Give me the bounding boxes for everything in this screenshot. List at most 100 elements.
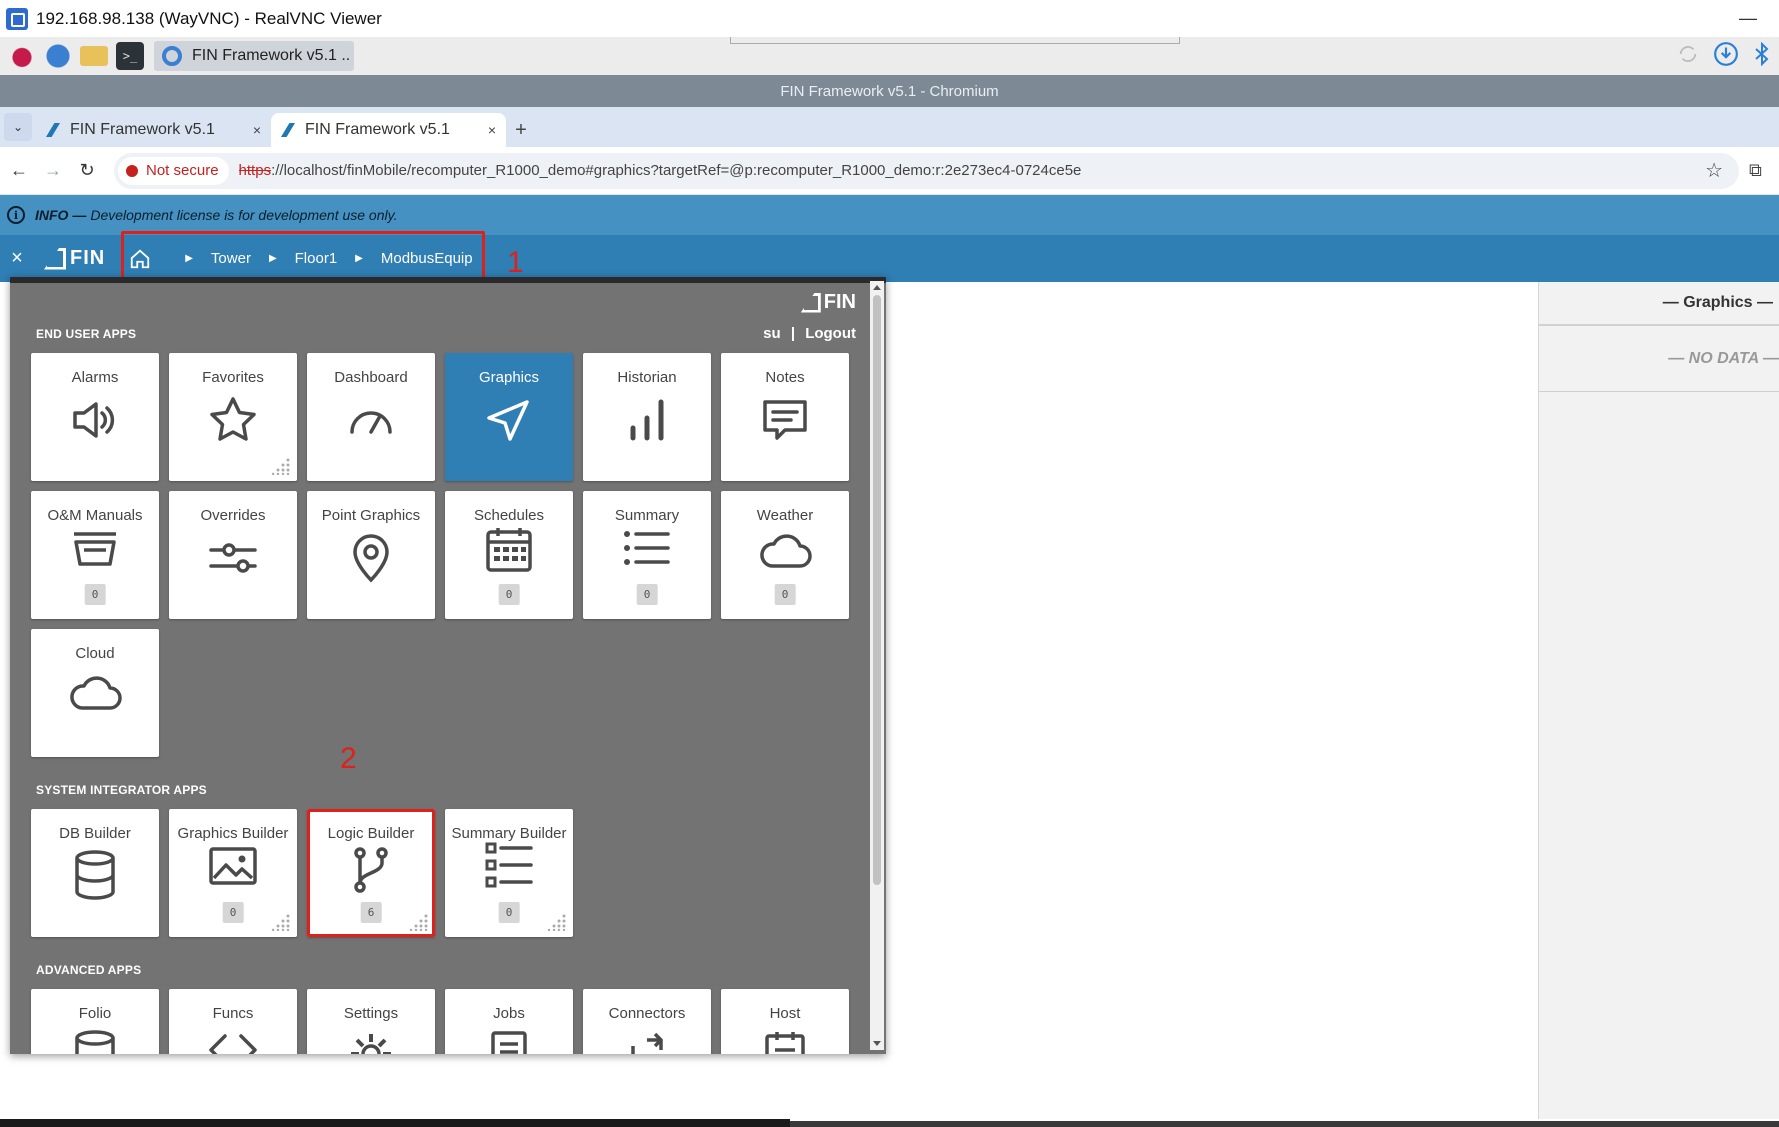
app-tile-alarms[interactable]: Alarms	[31, 353, 159, 481]
app-tile-badge: 0	[498, 902, 520, 923]
bluetooth-icon[interactable]	[1753, 42, 1771, 66]
back-arrow-icon[interactable]: ←	[4, 160, 34, 181]
realvnc-icon	[6, 7, 28, 30]
minimize-button[interactable]: —	[1739, 8, 1757, 29]
app-tile-cloud[interactable]: Cloud	[31, 629, 159, 757]
taskbar-search-field[interactable]	[730, 37, 1180, 44]
scroll-up-arrow-icon[interactable]	[873, 285, 881, 290]
app-tile-badge: 0	[636, 584, 658, 605]
taskbar-window-button[interactable]: FIN Framework v5.1 ..	[154, 41, 354, 71]
url-bar[interactable]: Not secure https://localhost/finMobile/r…	[114, 152, 1739, 189]
close-launcher-icon[interactable]: ×	[2, 247, 32, 270]
app-tile-label: Dashboard	[334, 369, 408, 386]
app-tile-badge: 0	[498, 584, 520, 605]
section-heading-end-user: END USER APPS	[36, 327, 137, 341]
app-tile-jobs[interactable]: Jobs	[445, 989, 573, 1054]
navigation-arrow-icon	[487, 400, 529, 441]
fin-logo[interactable]: FIN	[44, 247, 105, 270]
app-tile-weather[interactable]: Weather 0	[721, 491, 849, 619]
app-tile-dashboard[interactable]: Dashboard	[307, 353, 435, 481]
app-tile-summary-builder[interactable]: Summary Builder 0	[445, 809, 573, 937]
browser-tab[interactable]: FIN Framework v5.1 ×	[36, 113, 271, 147]
logout-link[interactable]: Logout	[805, 325, 856, 342]
app-tile-historian[interactable]: Historian	[583, 353, 711, 481]
app-tile-label: Summary	[614, 507, 680, 524]
list-icon	[624, 531, 670, 565]
tab-close-icon[interactable]: ×	[488, 122, 496, 138]
app-tile-label: Connectors	[608, 1005, 686, 1022]
app-tile-graphics-builder[interactable]: Graphics Builder 0	[169, 809, 297, 937]
not-secure-chip[interactable]: Not secure	[118, 156, 229, 185]
bookmark-star-icon[interactable]: ☆	[1705, 158, 1723, 183]
database-icon	[75, 850, 115, 900]
app-tile-label: Settings	[343, 1005, 399, 1022]
calendar-icon	[486, 528, 532, 572]
tab-strip: ⌄ FIN Framework v5.1 × FIN Framework v5.…	[0, 107, 1779, 147]
app-tile-graphics[interactable]: Graphics	[445, 353, 573, 481]
extensions-icon[interactable]: ⧉	[1749, 160, 1762, 181]
reload-icon[interactable]: ↻	[72, 160, 102, 181]
file-manager-icon[interactable]	[80, 46, 108, 66]
document-icon	[491, 1031, 527, 1054]
tab-search-button[interactable]: ⌄	[4, 113, 32, 141]
speaker-icon	[73, 402, 115, 438]
terminal-icon[interactable]: >_	[116, 42, 144, 70]
app-tile-label: Logic Builder	[327, 825, 415, 842]
download-icon[interactable]	[1713, 41, 1739, 67]
launcher-scrollbar[interactable]	[870, 281, 884, 1050]
app-tile-label: Graphics Builder	[177, 825, 289, 842]
chromium-icon	[162, 46, 182, 66]
app-tile-badge: 0	[84, 584, 106, 605]
app-tile-label: O&M Manuals	[47, 507, 143, 524]
app-tile-label: Summary Builder	[451, 825, 567, 842]
side-panel-title: — Graphics —	[1539, 282, 1779, 326]
app-tile-folio[interactable]: Folio	[31, 989, 159, 1054]
new-tab-button[interactable]: +	[506, 113, 536, 147]
side-panel-empty: — NO DATA —	[1539, 326, 1779, 392]
sliders-icon	[209, 543, 257, 573]
tab-close-icon[interactable]: ×	[253, 122, 261, 138]
app-tile-label: Graphics	[478, 369, 540, 386]
app-tile-summary[interactable]: Summary 0	[583, 491, 711, 619]
clipboard-icon	[765, 1032, 805, 1054]
app-tile-label: Historian	[617, 369, 677, 386]
resize-grip-icon	[271, 458, 290, 475]
code-icon	[209, 1034, 257, 1054]
username-link[interactable]: su	[763, 325, 781, 342]
app-tile-point-graphics[interactable]: Point Graphics	[307, 491, 435, 619]
bottom-strip	[0, 1119, 790, 1127]
app-launcher-panel: FIN su | Logout END USER APPS Alarms Fav…	[10, 277, 886, 1054]
app-tile-db-builder[interactable]: DB Builder	[31, 809, 159, 937]
resize-grip-icon	[271, 914, 290, 931]
launcher-logo: FIN	[800, 291, 856, 314]
app-tile-host[interactable]: Host	[721, 989, 849, 1054]
sync-icon[interactable]	[1677, 43, 1699, 65]
basket-icon	[74, 532, 116, 566]
app-tile-label: Overrides	[200, 507, 266, 524]
app-tile-notes[interactable]: Notes	[721, 353, 849, 481]
app-tile-favorites[interactable]: Favorites	[169, 353, 297, 481]
raspberry-menu-icon[interactable]	[8, 42, 36, 70]
app-tile-settings[interactable]: Settings	[307, 989, 435, 1054]
browser-launcher-icon[interactable]	[44, 42, 72, 70]
app-tile-label: Host	[769, 1005, 801, 1022]
bar-chart-icon	[630, 399, 664, 441]
app-tile-schedules[interactable]: Schedules 0	[445, 491, 573, 619]
bottom-strip	[790, 1121, 1779, 1127]
app-tile-badge: 0	[222, 902, 244, 923]
app-tile-overrides[interactable]: Overrides	[169, 491, 297, 619]
scroll-down-arrow-icon[interactable]	[873, 1041, 881, 1046]
browser-tab-active[interactable]: FIN Framework v5.1 ×	[271, 113, 506, 147]
message-icon	[763, 400, 807, 440]
app-tile-logic-builder[interactable]: Logic Builder 6	[307, 809, 435, 937]
app-tile-om-manuals[interactable]: O&M Manuals 0	[31, 491, 159, 619]
app-tile-connectors[interactable]: Connectors	[583, 989, 711, 1054]
app-tile-badge: 6	[360, 902, 382, 923]
info-message: Development license is for development u…	[90, 207, 398, 223]
app-tile-funcs[interactable]: Funcs	[169, 989, 297, 1054]
url-text[interactable]: https://localhost/finMobile/recomputer_R…	[239, 162, 1082, 179]
forward-arrow-icon[interactable]: →	[38, 160, 68, 181]
scroll-thumb[interactable]	[873, 295, 881, 885]
gauge-icon	[350, 411, 392, 434]
map-pin-icon	[353, 534, 389, 583]
